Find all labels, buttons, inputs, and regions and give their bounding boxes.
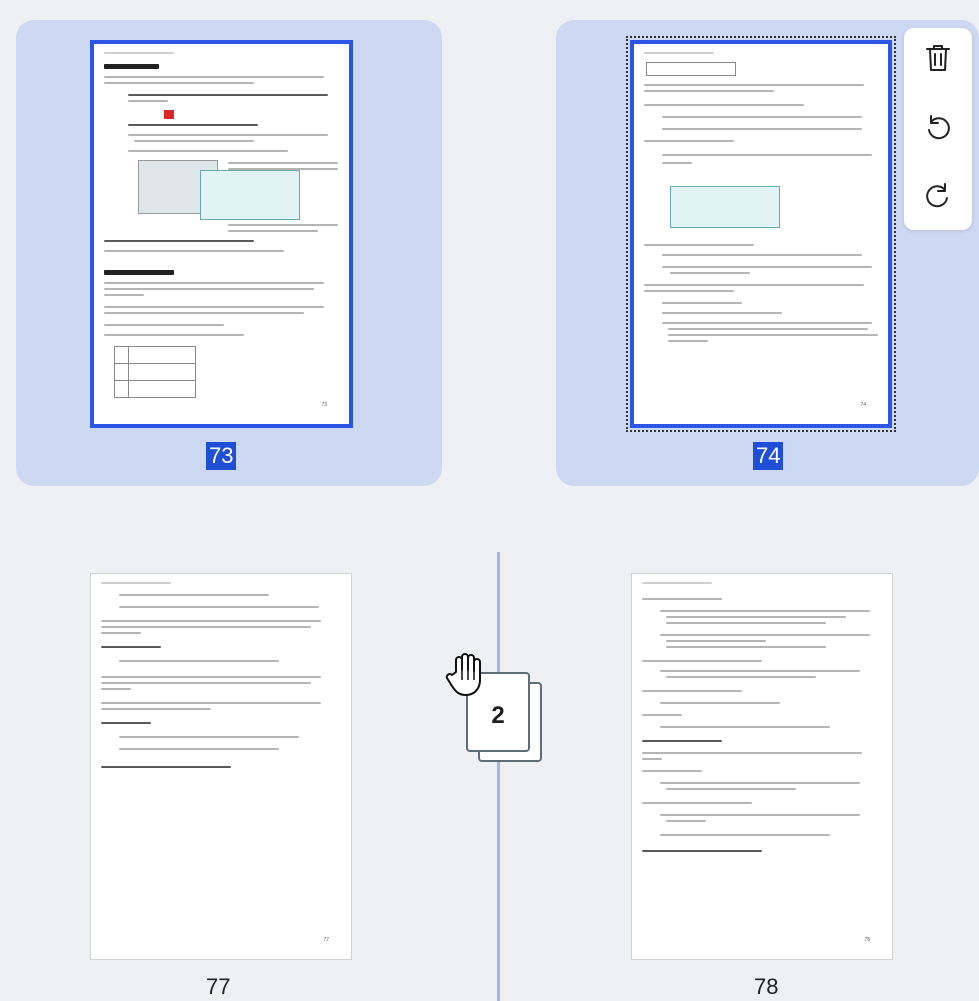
drag-preview: 2 [444,650,554,780]
page-actions-toolbar [904,28,972,230]
page-thumbnail-78[interactable]: 78 [631,573,893,960]
rotate-clockwise-icon [926,183,948,208]
drag-count: 2 [491,702,505,729]
rotate-counterclockwise-icon [928,115,950,140]
page-number-77: 77 [206,974,231,999]
rotate-counterclockwise-button[interactable] [920,110,956,146]
grab-hand-icon [445,653,481,696]
page-thumbnail-73[interactable]: 73 [90,40,353,428]
page-number-74: 74 [753,442,784,470]
page-number-78: 78 [754,974,779,999]
page-content: 78 [642,580,882,953]
trash-icon [926,45,950,71]
page-thumbnail-77[interactable]: 77 [90,573,352,960]
page-content: 74 [644,50,878,418]
page-content: 73 [104,50,339,418]
delete-page-button[interactable] [920,40,956,76]
page-thumbnail-74[interactable]: 74 [626,36,896,432]
page-content: 77 [101,580,341,953]
rotate-clockwise-button[interactable] [920,178,956,214]
page-number-73: 73 [206,442,237,470]
